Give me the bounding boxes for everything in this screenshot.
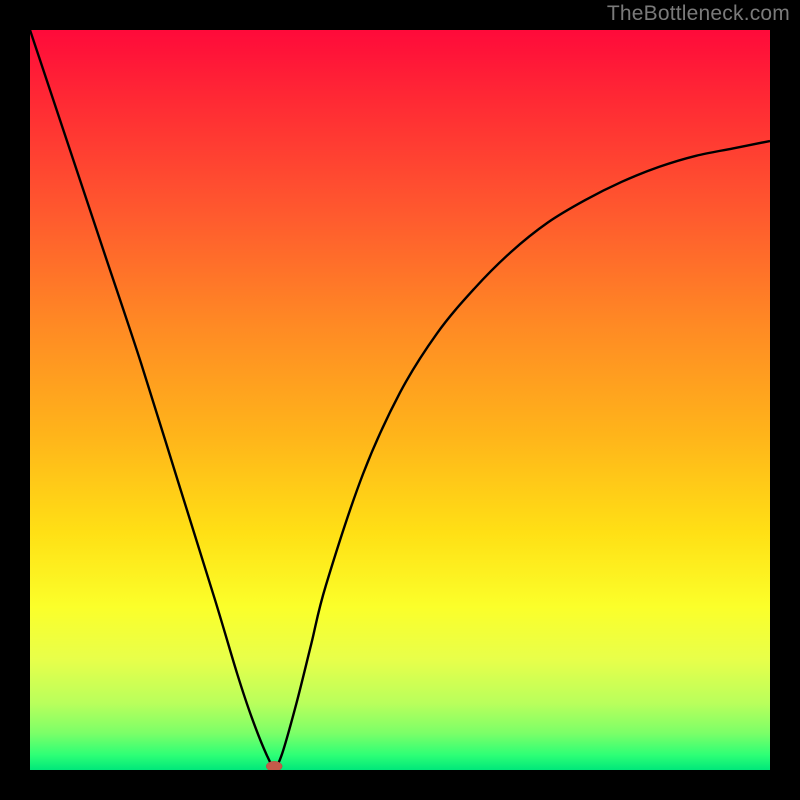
minimum-marker bbox=[266, 761, 282, 770]
plot-area bbox=[30, 30, 770, 770]
curve-svg bbox=[30, 30, 770, 770]
bottleneck-curve bbox=[30, 30, 770, 766]
watermark-text: TheBottleneck.com bbox=[607, 2, 790, 26]
chart-frame: TheBottleneck.com bbox=[0, 0, 800, 800]
